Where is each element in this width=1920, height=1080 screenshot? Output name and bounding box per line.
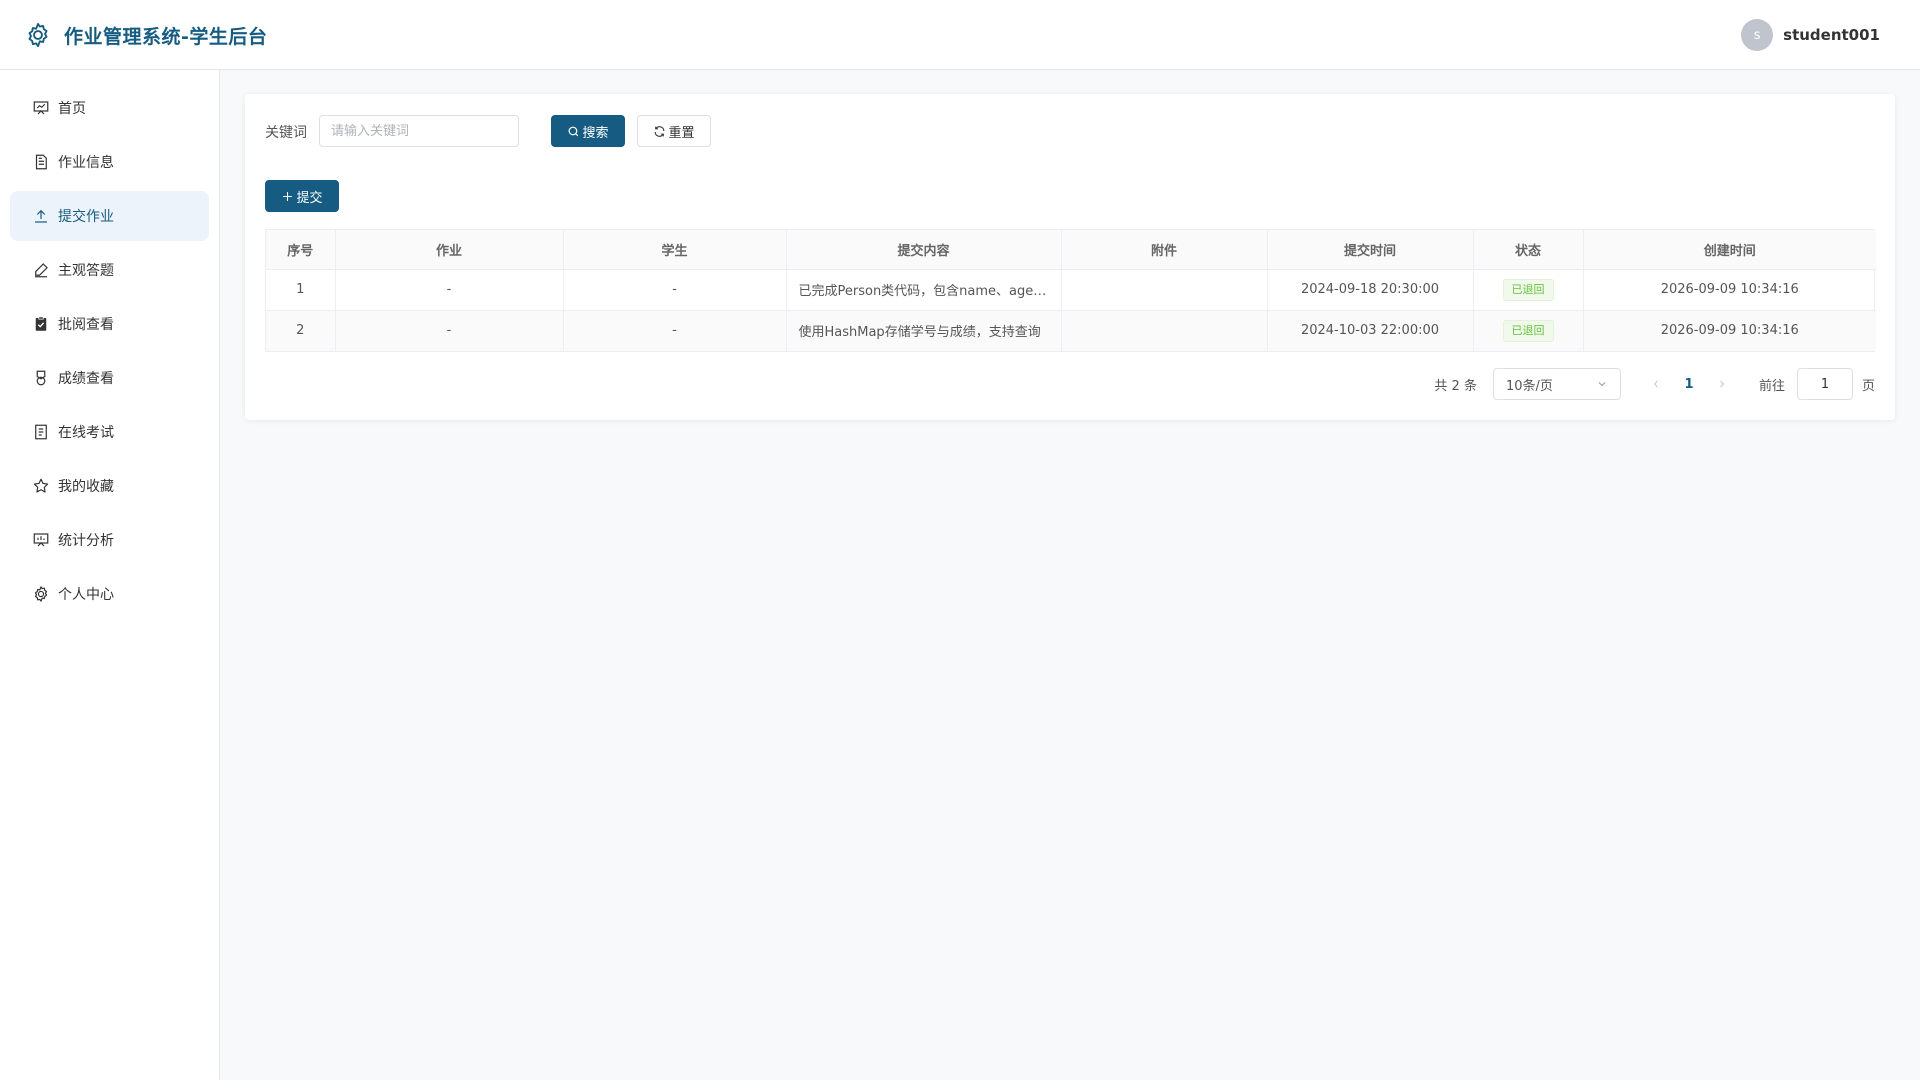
chevron-right-icon — [1720, 380, 1725, 388]
chevron-left-icon — [1653, 380, 1658, 388]
data-board-icon — [32, 531, 50, 549]
table-header-row: 序号 作业 学生 提交内容 附件 提交时间 状态 创建时间 — [266, 230, 1876, 270]
cell-attachment — [1061, 269, 1268, 311]
cell-status: 已退回 — [1473, 310, 1584, 351]
search-button-label: 搜索 — [582, 125, 609, 141]
chevron-down-icon — [1598, 382, 1606, 387]
sidebar-item-label: 批阅查看 — [58, 317, 114, 333]
cell-submit-time: 2024-09-18 20:30:00 — [1267, 269, 1474, 311]
add-submission-button[interactable]: 提交 — [265, 180, 339, 212]
cell-homework: - — [335, 310, 564, 351]
add-button-label: 提交 — [296, 190, 323, 206]
clipboard-check-icon — [32, 315, 50, 333]
keyword-search-input[interactable] — [319, 115, 519, 147]
sidebar-item-label: 提交作业 — [58, 209, 114, 225]
reset-button-label: 重置 — [668, 125, 695, 141]
pagination-total: 共 2 条 — [1434, 378, 1477, 394]
cell-homework: - — [335, 269, 564, 311]
sidebar-item-label: 成绩查看 — [58, 371, 114, 387]
upload-icon — [32, 207, 50, 225]
gear-icon — [32, 585, 50, 603]
pagination: 共 2 条 10条/页 1 前往 页 — [1434, 368, 1875, 400]
sidebar-item-online-exam[interactable]: 在线考试 — [10, 407, 209, 457]
gear-logo-icon — [24, 21, 52, 49]
pen-icon — [32, 261, 50, 279]
sidebar-item-label: 个人中心 — [58, 587, 114, 603]
search-button[interactable]: 搜索 — [551, 115, 625, 147]
sidebar-item-label: 统计分析 — [58, 533, 114, 549]
sidebar-item-statistics[interactable]: 统计分析 — [10, 515, 209, 565]
sidebar-item-label: 作业信息 — [58, 155, 114, 171]
presentation-icon — [32, 99, 50, 117]
cell-created-time: 2026-09-09 10:34:16 — [1583, 310, 1876, 351]
page-number-current[interactable]: 1 — [1669, 377, 1709, 392]
status-badge: 已退回 — [1502, 278, 1554, 301]
plus-icon — [283, 191, 293, 201]
goto-page-input[interactable] — [1796, 368, 1853, 400]
column-header-content: 提交内容 — [786, 230, 1062, 270]
table-row[interactable]: 2 - - 使用HashMap存储学号与成绩，支持查询 2024-10-03 2… — [266, 310, 1876, 351]
sidebar-item-label: 主观答题 — [58, 263, 114, 279]
cell-index: 1 — [266, 269, 336, 311]
column-header-homework: 作业 — [335, 230, 564, 270]
keyword-label: 关键词 — [265, 125, 307, 141]
sidebar-item-review[interactable]: 批阅查看 — [10, 299, 209, 349]
table-row[interactable]: 1 - - 已完成Person类代码，包含name、age属性 2024-09-… — [266, 269, 1876, 311]
cell-created-time: 2026-09-09 10:34:16 — [1583, 269, 1876, 311]
goto-label: 前往 — [1758, 378, 1785, 394]
reset-button[interactable]: 重置 — [637, 115, 711, 147]
cell-content: 已完成Person类代码，包含name、age属性 — [786, 269, 1062, 311]
cell-student: - — [563, 269, 787, 311]
sidebar-item-profile[interactable]: 个人中心 — [10, 569, 209, 619]
status-badge: 已退回 — [1502, 319, 1554, 342]
avatar[interactable]: s — [1741, 19, 1774, 51]
username[interactable]: student001 — [1783, 26, 1880, 44]
cell-index: 2 — [266, 310, 336, 351]
cell-content: 使用HashMap存储学号与成绩，支持查询 — [786, 310, 1062, 351]
sidebar-item-grades[interactable]: 成绩查看 — [10, 353, 209, 403]
refresh-icon — [655, 125, 665, 137]
user-menu[interactable]: s student001 — [1741, 18, 1880, 52]
top-header: 作业管理系统-学生后台 s student001 — [0, 0, 1920, 70]
sidebar-item-favorites[interactable]: 我的收藏 — [10, 461, 209, 511]
sidebar-item-label: 我的收藏 — [58, 479, 114, 495]
prev-page-button[interactable] — [1643, 370, 1669, 398]
column-header-attachment: 附件 — [1061, 230, 1268, 270]
sidebar-item-label: 首页 — [58, 101, 86, 117]
sidebar-item-homework-info[interactable]: 作业信息 — [10, 137, 209, 187]
medal-icon — [32, 369, 50, 387]
column-header-status: 状态 — [1473, 230, 1584, 270]
submissions-table: 序号 作业 学生 提交内容 附件 提交时间 状态 创建时间 1 - - 已完成P… — [265, 229, 1876, 352]
sidebar-item-label: 在线考试 — [58, 425, 114, 441]
tickets-icon — [32, 423, 50, 441]
column-header-submit-time: 提交时间 — [1267, 230, 1474, 270]
page-suffix: 页 — [1861, 378, 1875, 394]
page-size-value: 10条/页 — [1505, 378, 1553, 394]
cell-status: 已退回 — [1473, 269, 1584, 311]
cell-submit-time: 2024-10-03 22:00:00 — [1267, 310, 1474, 351]
sidebar-item-home[interactable]: 首页 — [10, 83, 209, 133]
sidebar-item-submit-homework[interactable]: 提交作业 — [10, 191, 209, 241]
page-size-select[interactable]: 10条/页 — [1492, 368, 1621, 400]
cell-student: - — [563, 310, 787, 351]
column-header-student: 学生 — [563, 230, 787, 270]
sidebar: 首页 作业信息 提交作业 主观答题 批阅查看 成绩查看 在线考试 我的收藏 统计… — [0, 70, 220, 1080]
star-icon — [32, 477, 50, 495]
search-icon — [569, 126, 579, 136]
next-page-button[interactable] — [1709, 370, 1735, 398]
cell-attachment — [1061, 310, 1268, 351]
app-title: 作业管理系统-学生后台 — [64, 26, 268, 48]
column-header-created-time: 创建时间 — [1583, 230, 1876, 270]
column-header-index: 序号 — [266, 230, 336, 270]
document-icon — [32, 153, 50, 171]
main-card: 关键词 搜索 重置 提交 序号 作业 学生 提交内容 附件 提交时 — [245, 94, 1895, 420]
sidebar-item-subjective-answer[interactable]: 主观答题 — [10, 245, 209, 295]
